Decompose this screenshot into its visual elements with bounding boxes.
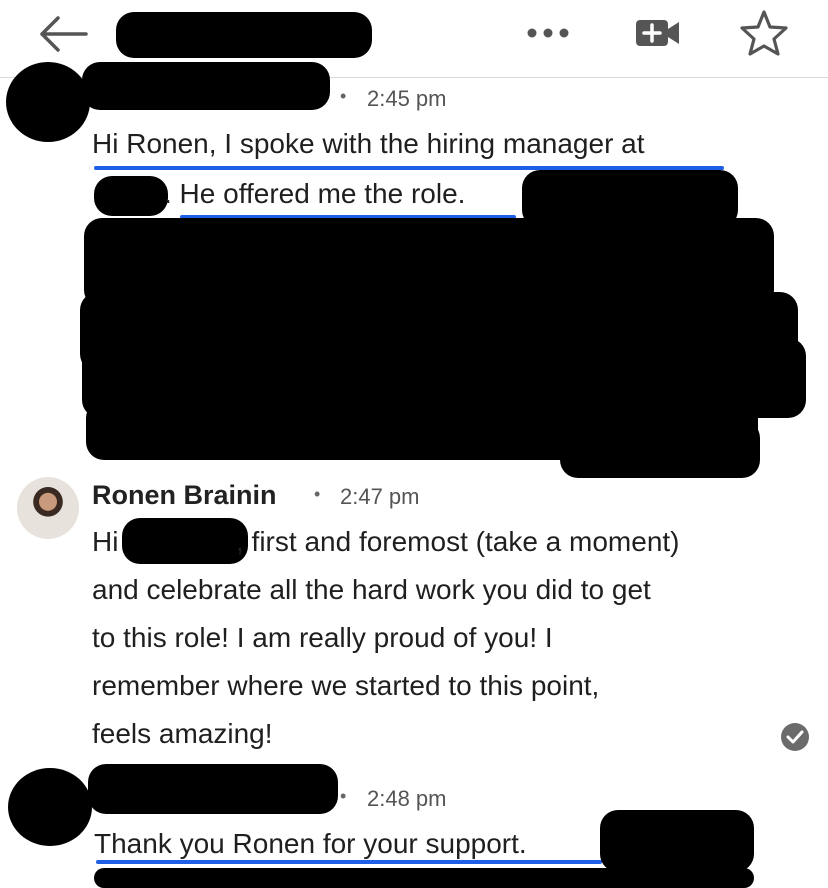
separator-dot: •: [340, 786, 347, 806]
message-time: 2:45 pm: [367, 86, 447, 111]
sender-name[interactable]: Ronen Brainin: [92, 480, 277, 511]
message-text-line: Hi Ronen, I spoke with the hiring manage…: [92, 128, 645, 159]
message-text-line: and celebrate all the hard work you did …: [92, 574, 651, 605]
message-text-line: . He offered me the role.: [164, 178, 466, 209]
sender-avatar-redacted[interactable]: [8, 768, 92, 846]
redacted-text: [600, 810, 754, 872]
message-text-line: Hi: [92, 526, 119, 557]
redacted-text: [94, 868, 754, 888]
add-video-icon[interactable]: [633, 14, 683, 52]
more-options-icon[interactable]: [524, 18, 572, 48]
separator-dot: •: [340, 86, 347, 106]
highlight-underline: [96, 860, 602, 864]
sender-name-redacted: [82, 62, 330, 110]
redacted-name: [122, 518, 248, 564]
message-time: 2:47 pm: [340, 484, 420, 509]
sender-avatar-redacted[interactable]: [6, 62, 90, 142]
conversation-title-redacted: [116, 12, 372, 58]
redacted-text: [94, 176, 168, 216]
read-receipt-check-icon: [781, 723, 809, 751]
separator-dot: •: [314, 484, 321, 504]
sender-name-redacted: [88, 764, 338, 814]
back-arrow-icon[interactable]: [38, 12, 90, 56]
message-text-line: , first and foremost (take a moment): [236, 526, 680, 557]
sender-avatar[interactable]: [17, 477, 79, 539]
message-time: 2:48 pm: [367, 786, 447, 811]
star-icon[interactable]: [738, 8, 790, 58]
message-text-line: to this role! I am really proud of you! …: [92, 622, 553, 653]
message-text-line: feels amazing!: [92, 718, 273, 749]
message-text-line: remember where we started to this point,: [92, 670, 600, 701]
redacted-text: [560, 420, 760, 478]
